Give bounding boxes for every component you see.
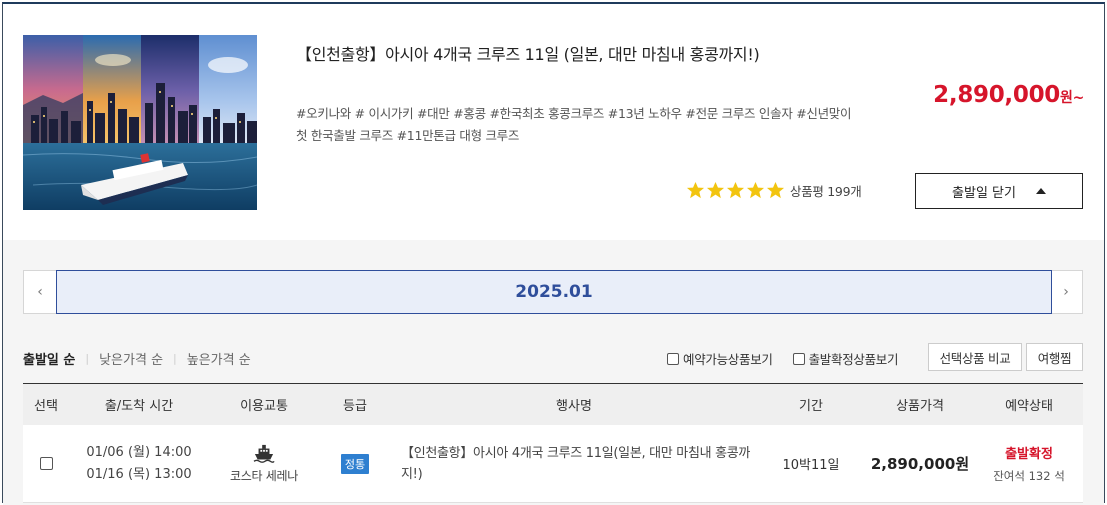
divider: | — [85, 352, 90, 365]
caret-up-icon — [1035, 188, 1046, 194]
product-tags: #오키나와 # 이시가키 #대만 #홍콩 #한국최초 홍콩크루즈 #13년 노하… — [296, 106, 852, 143]
tour-name-link[interactable]: 【인천출항】아시아 4개국 크루즈 11일(일본, 대만 마침내 홍콩까지!) — [401, 443, 757, 485]
product-card: 【인천출항】아시아 4개국 크루즈 11일 (일본, 대만 마침내 홍콩까지!)… — [2, 2, 1105, 505]
header-transport: 이용교통 — [240, 399, 288, 414]
price-unit: 원~ — [1059, 90, 1084, 106]
star-icon — [706, 181, 725, 199]
header-time: 출/도착 시간 — [104, 399, 174, 414]
sort-by-departure[interactable]: 출발일 순 — [23, 349, 75, 368]
header-duration: 기간 — [799, 399, 823, 414]
header-status: 예약상태 — [1005, 399, 1053, 414]
available-label: 예약가능상품보기 — [683, 352, 773, 367]
rating[interactable]: 상품평 199개 — [686, 181, 862, 200]
select-cell — [23, 457, 69, 470]
sort-options: 출발일 순 | 낮은가격 순 | 높은가격 순 — [23, 349, 251, 368]
divider: | — [173, 352, 177, 365]
departure-panel: ‹ 2025.01 › 출발일 순 | 낮은가격 순 | 높은가격 순 예약가능… — [3, 240, 1104, 505]
chevron-right-icon[interactable]: › — [1050, 271, 1082, 313]
header-price: 상품가격 — [896, 399, 944, 414]
confirmed-checkbox[interactable] — [792, 352, 805, 365]
price-cell: 2,890,000원 — [865, 453, 975, 474]
sort-by-low-price[interactable]: 낮은가격 순 — [99, 349, 163, 368]
table-row[interactable]: 01/06 (월) 14:00 01/16 (목) 13:00 코스타 세레나 … — [23, 425, 1083, 503]
table-header: 선택 출/도착 시간 이용교통 등급 행사명 기간 상품가격 예약상태 — [23, 383, 1083, 425]
product-image[interactable] — [23, 35, 257, 210]
chevron-left-icon[interactable]: ‹ — [24, 271, 56, 313]
row-checkbox[interactable] — [39, 457, 53, 470]
ship-name: 코스타 세레나 — [230, 468, 298, 483]
month-selector: ‹ 2025.01 › — [23, 270, 1083, 314]
transport-cell: 코스타 세레나 — [209, 444, 319, 484]
price-value: 2,890,000 — [933, 82, 1060, 108]
row-price: 2,890,000원 — [870, 455, 970, 473]
time-cell: 01/06 (월) 14:00 01/16 (목) 13:00 — [69, 442, 209, 486]
product-price: 2,890,000원~ — [933, 82, 1084, 108]
product-summary: 【인천출항】아시아 4개국 크루즈 11일 (일본, 대만 마침내 홍콩까지!)… — [3, 4, 1104, 240]
depart-time: 01/06 (월) 14:00 — [86, 444, 192, 460]
review-count[interactable]: 상품평 199개 — [790, 181, 862, 200]
grade-badge: 정통 — [340, 453, 370, 474]
status-cell: 출발확정 잔여석 132 석 — [975, 443, 1083, 484]
compare-button[interactable]: 선택상품 비교 — [928, 343, 1022, 371]
star-icon — [746, 181, 765, 199]
star-icon — [766, 181, 785, 199]
star-icon — [686, 181, 705, 199]
filter-options: 예약가능상품보기 출발확정상품보기 — [667, 349, 918, 368]
header-select: 선택 — [34, 399, 58, 414]
wishlist-button[interactable]: 여행찜 — [1026, 343, 1083, 371]
header-grade: 등급 — [343, 399, 367, 414]
ship-icon — [253, 444, 275, 463]
remaining-seats: 잔여석 132 석 — [993, 469, 1065, 483]
tour-name-cell: 【인천출항】아시아 4개국 크루즈 11일(일본, 대만 마침내 홍콩까지!) — [391, 443, 757, 485]
sort-by-high-price[interactable]: 높은가격 순 — [187, 349, 251, 368]
close-departures-label: 출발일 닫기 — [952, 185, 1016, 201]
arrive-time: 01/16 (목) 13:00 — [86, 466, 192, 482]
close-departures-button[interactable]: 출발일 닫기 — [915, 173, 1083, 209]
header-name: 행사명 — [556, 399, 592, 414]
duration-cell: 10박11일 — [782, 458, 840, 473]
status-badge: 출발확정 — [1005, 447, 1053, 462]
product-title[interactable]: 【인천출항】아시아 4개국 크루즈 11일 (일본, 대만 마침내 홍콩까지!) — [296, 41, 760, 65]
available-checkbox[interactable] — [667, 352, 679, 365]
current-month[interactable]: 2025.01 — [56, 270, 1052, 314]
grade-cell: 정통 — [319, 453, 391, 474]
confirmed-label: 출발확정상품보기 — [808, 352, 899, 367]
available-filter[interactable]: 예약가능상품보기 — [667, 349, 773, 368]
departure-table: 선택 출/도착 시간 이용교통 등급 행사명 기간 상품가격 예약상태 01/0… — [23, 383, 1083, 503]
confirmed-filter[interactable]: 출발확정상품보기 — [792, 349, 899, 368]
star-icon — [726, 181, 745, 199]
